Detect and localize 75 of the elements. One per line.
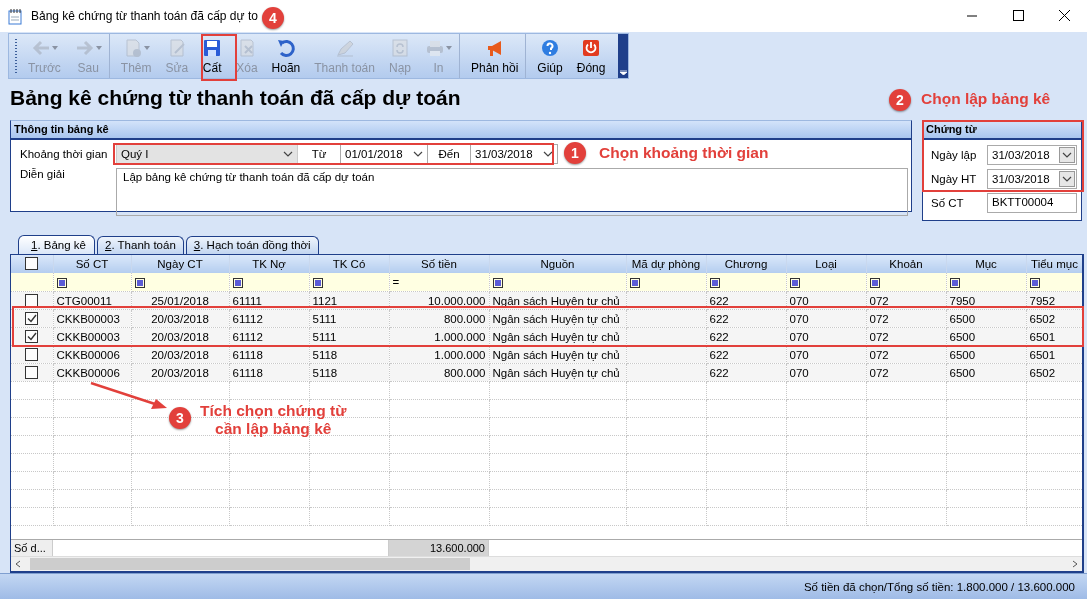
checkbox[interactable] bbox=[25, 330, 39, 344]
filter-icon[interactable] bbox=[629, 278, 640, 289]
filter-icon[interactable] bbox=[869, 278, 880, 289]
toolbar-button[interactable]: Cất bbox=[195, 34, 230, 78]
toolbar-button[interactable]: Giúp bbox=[530, 34, 570, 78]
field-label: Ngày HT bbox=[931, 173, 978, 186]
column-header[interactable]: TK Có bbox=[309, 254, 389, 273]
column-header[interactable]: Mục bbox=[946, 254, 1026, 273]
column-header[interactable]: Khoản bbox=[866, 254, 946, 273]
checkbox[interactable] bbox=[25, 312, 39, 326]
summary-label: Số d... bbox=[11, 540, 53, 556]
filter-icon[interactable] bbox=[709, 278, 720, 289]
filter-icon[interactable] bbox=[492, 278, 503, 289]
toolbar-button[interactable]: Hoãn bbox=[264, 34, 308, 78]
table-cell: 6502 bbox=[1026, 363, 1082, 382]
filter-icon[interactable] bbox=[232, 278, 243, 289]
callout-text: Tích chọn chứng từ cần lập bảng kê bbox=[200, 402, 347, 438]
undo-icon bbox=[275, 37, 296, 58]
highlight-frame bbox=[201, 34, 237, 81]
column-header[interactable]: Số tiền bbox=[389, 254, 489, 273]
help-icon bbox=[540, 37, 561, 58]
power-icon bbox=[581, 37, 602, 58]
status-text: Số tiền đã chọn/Tổng số tiền: 1.800.000 / 13.600.000 bbox=[803, 580, 1075, 593]
table-cell: Ngân sách Huyện tự chủ bbox=[489, 309, 626, 328]
filter-icon[interactable] bbox=[56, 278, 67, 289]
overflow-arrow-icon[interactable] bbox=[619, 70, 627, 75]
scroll-right-icon[interactable] bbox=[1071, 560, 1079, 568]
table-cell: Ngân sách Huyện tự chủ bbox=[489, 363, 626, 382]
save-icon bbox=[202, 37, 223, 58]
filter-icon[interactable] bbox=[789, 278, 800, 289]
window-title: Bảng kê chứng từ thanh toán đã cấp dự to bbox=[31, 9, 258, 23]
checkbox[interactable] bbox=[25, 366, 39, 380]
column-header[interactable]: Số CT bbox=[53, 254, 131, 273]
checkbox[interactable] bbox=[25, 348, 39, 362]
page-heading: Bảng kê chứng từ thanh toán đã cấp dự toán bbox=[10, 86, 461, 110]
column-header[interactable]: Ngày CT bbox=[131, 254, 229, 273]
callout-text: Chọn lập bảng kê bbox=[921, 90, 1051, 108]
filter-icon[interactable] bbox=[949, 278, 960, 289]
tab[interactable]: 1. Bảng kê bbox=[18, 234, 95, 254]
horizontal-scrollbar[interactable] bbox=[11, 556, 1082, 571]
dropdown-button[interactable] bbox=[1059, 147, 1075, 164]
scroll-left-icon[interactable] bbox=[14, 560, 22, 568]
chevron-down-icon bbox=[1062, 152, 1072, 159]
column-header[interactable]: Tiểu mục bbox=[1026, 254, 1082, 273]
toolbar-button[interactable]: Đóng bbox=[569, 34, 613, 78]
date-picker[interactable]: 31/03/2018 bbox=[987, 169, 1077, 190]
field-label: Ngày lập bbox=[931, 149, 978, 162]
tab[interactable]: 2. Thanh toán bbox=[97, 235, 184, 254]
tab[interactable]: 3. Hạch toán đồng thời bbox=[185, 235, 319, 254]
date-picker[interactable]: 31/03/2018 bbox=[987, 145, 1077, 166]
column-header[interactable]: TK Nợ bbox=[229, 254, 309, 273]
column-header[interactable]: Loại bbox=[786, 254, 866, 273]
filter-icon[interactable] bbox=[1029, 278, 1040, 289]
toolbar-button[interactable]: Phản hồi bbox=[464, 34, 527, 78]
notepad-icon bbox=[8, 7, 23, 25]
field-label: Diễn giải bbox=[19, 167, 66, 182]
reload-icon bbox=[389, 37, 410, 58]
chevron-down-icon bbox=[1062, 176, 1072, 183]
description-field[interactable]: Lập bảng kê chứng từ thanh toán đã cấp dự toán bbox=[116, 167, 908, 216]
filter-icon[interactable] bbox=[312, 278, 323, 289]
callout-text: Chọn khoảng thời gian bbox=[599, 144, 769, 162]
table-cell: 6502 bbox=[1026, 309, 1082, 328]
checkbox[interactable] bbox=[25, 257, 39, 271]
column-header[interactable]: Chương bbox=[706, 254, 786, 273]
date-picker[interactable]: 01/01/2018 bbox=[340, 144, 428, 165]
summary-total: 13.600.000 bbox=[389, 540, 489, 556]
text-field[interactable]: BKTT00004 bbox=[987, 193, 1077, 214]
column-header[interactable]: Nguồn bbox=[489, 254, 626, 273]
column-header[interactable]: Mã dự phòng bbox=[626, 254, 706, 273]
field-label: Số CT bbox=[931, 197, 965, 210]
panel-title: Thông tin bảng kê bbox=[11, 120, 911, 140]
period-dropdown[interactable]: Quý I bbox=[116, 144, 298, 165]
field-label: Khoảng thời gian bbox=[19, 148, 109, 161]
filter-icon[interactable] bbox=[134, 278, 145, 289]
dropdown-button[interactable] bbox=[1059, 171, 1075, 188]
